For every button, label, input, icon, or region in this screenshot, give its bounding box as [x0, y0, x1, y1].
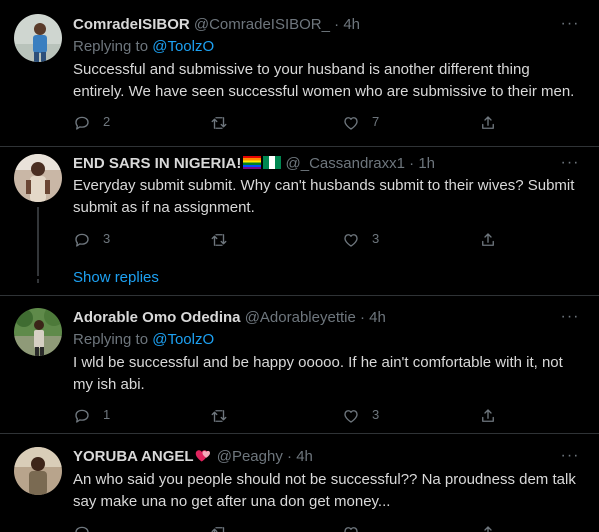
reply-button[interactable]: [73, 522, 91, 532]
retweet-icon: [211, 116, 227, 129]
share-icon: [482, 408, 494, 422]
like-button[interactable]: 7: [342, 112, 379, 132]
avatar[interactable]: [14, 447, 62, 495]
retweet-button[interactable]: [210, 405, 228, 425]
tweet-comradeisibor[interactable]: ComradeISIBOR @ComradeISIBOR_ · 4h ··· R…: [0, 0, 599, 146]
replying-to-link[interactable]: @ToolzO: [152, 331, 214, 348]
tweet-header: Adorable Omo Odedina @Adorableyettie · 4…: [73, 308, 559, 328]
tweet-text: Everyday submit submit. Why can't husban…: [73, 177, 575, 216]
display-name[interactable]: END SARS IN NIGERIA!: [73, 155, 241, 172]
like-button[interactable]: 3: [342, 405, 379, 425]
heart-emoji-icon: [195, 450, 210, 462]
share-icon: [484, 525, 492, 532]
share-icon: [482, 115, 494, 129]
more-icon[interactable]: ···: [555, 16, 585, 37]
reply-count: 2: [103, 114, 111, 129]
like-icon: [344, 409, 358, 423]
show-replies-link[interactable]: Show replies: [73, 268, 159, 288]
share-button[interactable]: [479, 229, 497, 249]
share-icon: [482, 232, 494, 246]
tweet-actions: 2 7: [73, 112, 503, 132]
retweet-icon: [211, 409, 227, 422]
display-name[interactable]: Adorable Omo Odedina: [73, 309, 241, 326]
reply-icon: [75, 409, 89, 423]
tweet-header: ComradeISIBOR @ComradeISIBOR_ · 4h: [73, 15, 559, 35]
like-count: 7: [372, 114, 380, 129]
more-icon[interactable]: ···: [555, 155, 585, 176]
more-icon[interactable]: ···: [555, 309, 585, 330]
retweet-icon: [211, 233, 227, 246]
retweet-button[interactable]: [210, 112, 228, 132]
rainbow-flag-icon: [243, 156, 262, 169]
share-button[interactable]: [479, 405, 497, 425]
timestamp[interactable]: 1h: [418, 155, 435, 172]
reply-icon: [75, 116, 89, 130]
tweet-text: I wld be successful and be happy ooooo. …: [73, 354, 563, 393]
display-name[interactable]: YORUBA ANGEL: [73, 448, 194, 465]
user-handle[interactable]: @ComradeISIBOR_: [194, 16, 330, 33]
reply-count: 3: [103, 231, 111, 246]
separator-dot: ·: [409, 155, 415, 172]
replying-to-link[interactable]: @ToolzO: [152, 38, 214, 55]
separator-dot: ·: [287, 448, 293, 465]
user-handle[interactable]: @Peaghy: [217, 448, 283, 465]
reply-icon: [75, 233, 89, 247]
tweet-text: Successful and submissive to your husban…: [73, 61, 575, 100]
retweet-button[interactable]: [210, 522, 228, 532]
timestamp[interactable]: 4h: [343, 16, 360, 33]
like-icon: [344, 526, 358, 532]
reply-count: 1: [103, 407, 111, 422]
share-button[interactable]: [479, 522, 497, 532]
like-count: 3: [372, 231, 380, 246]
reply-button[interactable]: 1: [73, 405, 110, 425]
reply-button[interactable]: 2: [73, 112, 110, 132]
replying-to: Replying to @ToolzO: [73, 37, 214, 57]
reply-timeline: ComradeISIBOR @ComradeISIBOR_ · 4h ··· R…: [0, 0, 599, 532]
reply-button[interactable]: 3: [73, 229, 110, 249]
separator-dot: ·: [360, 309, 365, 326]
separator-dot: ·: [334, 16, 340, 33]
thread-dots: [36, 265, 40, 286]
share-button[interactable]: [479, 112, 497, 132]
tweet-actions: 1 3: [73, 405, 503, 425]
like-icon: [344, 233, 358, 247]
retweet-icon: [211, 526, 225, 532]
tweet-peaghy[interactable]: YORUBA ANGEL @Peaghy · 4h ··· An who sai…: [0, 434, 599, 532]
tweet-cassandraxx1[interactable]: END SARS IN NIGERIA! @_Cassandraxx1 · 1h…: [0, 147, 599, 294]
avatar[interactable]: [14, 154, 62, 202]
display-name[interactable]: ComradeISIBOR: [73, 16, 190, 33]
tweet-actions: 3 3: [73, 229, 503, 249]
avatar[interactable]: [14, 308, 62, 356]
nigeria-flag-icon: [263, 156, 282, 169]
tweet-header: YORUBA ANGEL @Peaghy · 4h: [73, 447, 559, 467]
replying-to-label: Replying to: [73, 331, 149, 348]
thread-line: [37, 207, 39, 273]
tweet-text: An who said you people should not be suc…: [73, 471, 576, 510]
tweet-adorableyettie[interactable]: Adorable Omo Odedina @Adorableyettie · 4…: [0, 296, 599, 433]
replying-to: Replying to @ToolzO: [73, 330, 214, 350]
replying-to-label: Replying to: [73, 38, 149, 55]
timestamp[interactable]: 4h: [296, 448, 313, 465]
avatar[interactable]: [14, 14, 62, 62]
user-handle[interactable]: @_Cassandraxx1: [286, 155, 405, 172]
like-icon: [344, 116, 358, 130]
more-icon[interactable]: ···: [555, 448, 585, 469]
user-handle[interactable]: @Adorableyettie: [245, 309, 356, 326]
like-count: 3: [372, 407, 380, 422]
like-button[interactable]: [342, 522, 360, 532]
like-button[interactable]: 3: [342, 229, 379, 249]
tweet-header: END SARS IN NIGERIA! @_Cassandraxx1 · 1h: [73, 154, 559, 174]
tweet-actions: [73, 522, 503, 532]
reply-icon: [75, 526, 89, 532]
timestamp[interactable]: 4h: [369, 309, 386, 326]
retweet-button[interactable]: [210, 229, 228, 249]
